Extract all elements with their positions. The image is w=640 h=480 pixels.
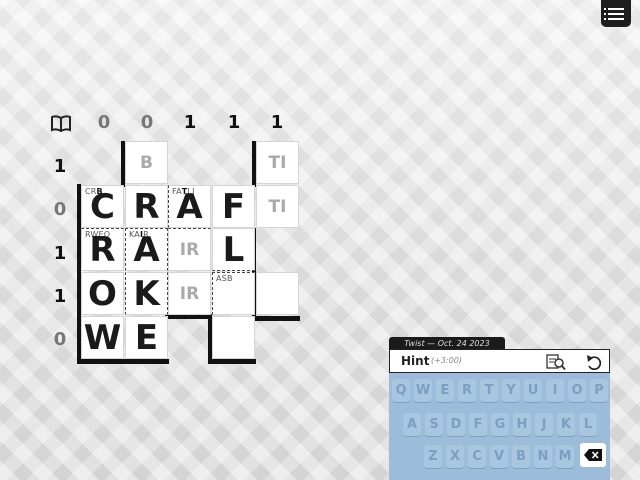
hint-button[interactable]: Hint <box>401 354 429 368</box>
cell-letter: F <box>221 186 246 227</box>
key-n[interactable]: N <box>534 445 552 468</box>
ghost-letter: TI <box>268 152 287 173</box>
row-count: 0 <box>53 329 67 350</box>
hint-bar: Hint (+3:00) <box>389 349 610 373</box>
column-count: 0 <box>140 112 154 133</box>
key-y[interactable]: Y <box>502 379 520 402</box>
delete-key[interactable] <box>580 443 606 467</box>
grid-cell[interactable]: F <box>212 185 255 228</box>
grid-cell[interactable] <box>256 272 299 315</box>
cell-letter: C <box>90 186 115 227</box>
column-count: 1 <box>183 112 197 133</box>
grid-cell[interactable]: B <box>125 141 168 184</box>
key-z[interactable]: Z <box>424 445 442 468</box>
grid-cell[interactable]: ASB <box>212 272 255 315</box>
cell-letter: E <box>134 317 159 358</box>
key-v[interactable]: V <box>490 445 508 468</box>
on-screen-keyboard: Q W E R T Y U I O P A S D F G H J K L Z … <box>389 373 610 480</box>
grid-cell[interactable]: E <box>125 316 168 359</box>
board-shadow <box>208 359 256 364</box>
key-s[interactable]: S <box>425 413 443 436</box>
key-o[interactable]: O <box>568 379 586 402</box>
key-c[interactable]: C <box>468 445 486 468</box>
key-a[interactable]: A <box>403 413 421 436</box>
cell-letter: R <box>89 229 116 270</box>
row-count: 1 <box>53 156 67 177</box>
hint-penalty: (+3:00) <box>431 356 462 365</box>
cell-letter: W <box>83 317 122 358</box>
ghost-letter: IR <box>179 283 200 304</box>
column-count: 1 <box>227 112 241 133</box>
grid-cell[interactable]: K <box>125 272 168 315</box>
row-count: 0 <box>53 199 67 220</box>
grid-cell[interactable]: O <box>81 272 124 315</box>
key-d[interactable]: D <box>447 413 465 436</box>
undo-icon[interactable] <box>585 353 603 371</box>
key-u[interactable]: U <box>524 379 542 402</box>
grid-cell[interactable]: RWEO R <box>81 228 124 271</box>
ghost-letter: IR <box>179 239 200 260</box>
row-count: 1 <box>53 243 67 264</box>
grid-cell[interactable]: TI <box>256 141 299 184</box>
list-menu-icon <box>604 7 624 10</box>
key-w[interactable]: W <box>414 379 432 402</box>
row-count: 1 <box>53 286 67 307</box>
key-l[interactable]: L <box>579 413 597 436</box>
cell-letter: L <box>222 229 245 270</box>
hint-keyboard-panel: Twist — Oct. 24 2023 Hint (+3:00) Q W E … <box>389 337 610 480</box>
cell-letter: R <box>133 186 160 227</box>
cell-letter: K <box>133 273 160 314</box>
key-h[interactable]: H <box>513 413 531 436</box>
board-shadow <box>252 316 300 321</box>
grid-cell[interactable]: FATLI A <box>168 185 211 228</box>
cell-letter: A <box>133 229 160 270</box>
grid-cell[interactable]: IR <box>168 228 211 271</box>
column-count: 0 <box>97 112 111 133</box>
backspace-icon <box>584 449 602 461</box>
key-r[interactable]: R <box>458 379 476 402</box>
cell-letter: A <box>176 186 203 227</box>
book-icon[interactable] <box>50 114 72 132</box>
grid-cell[interactable]: CRB C <box>81 185 124 228</box>
key-i[interactable]: I <box>546 379 564 402</box>
key-q[interactable]: Q <box>392 379 410 402</box>
column-count: 1 <box>270 112 284 133</box>
key-k[interactable]: K <box>557 413 575 436</box>
key-x[interactable]: X <box>446 445 464 468</box>
key-g[interactable]: G <box>491 413 509 436</box>
key-j[interactable]: J <box>535 413 553 436</box>
key-m[interactable]: M <box>556 445 574 468</box>
grid-cell[interactable]: R <box>125 185 168 228</box>
grid-cell[interactable]: TI <box>256 185 299 228</box>
key-b[interactable]: B <box>512 445 530 468</box>
cell-clue: ASB <box>216 274 233 283</box>
cell-letter: O <box>88 273 117 314</box>
grid-cell[interactable]: L <box>212 228 255 271</box>
menu-button[interactable] <box>601 0 631 27</box>
grid-cell[interactable]: W <box>81 316 124 359</box>
ghost-letter: TI <box>268 196 287 217</box>
ghost-letter: B <box>140 152 153 173</box>
key-e[interactable]: E <box>436 379 454 402</box>
key-t[interactable]: T <box>480 379 498 402</box>
hint-magnifier-icon[interactable] <box>546 353 566 371</box>
board-shadow <box>77 359 169 364</box>
grid-cell[interactable]: IR <box>168 272 211 315</box>
grid-cell[interactable] <box>212 316 255 359</box>
key-p[interactable]: P <box>590 379 608 402</box>
key-f[interactable]: F <box>469 413 487 436</box>
grid-cell[interactable]: KAIR A <box>125 228 168 271</box>
